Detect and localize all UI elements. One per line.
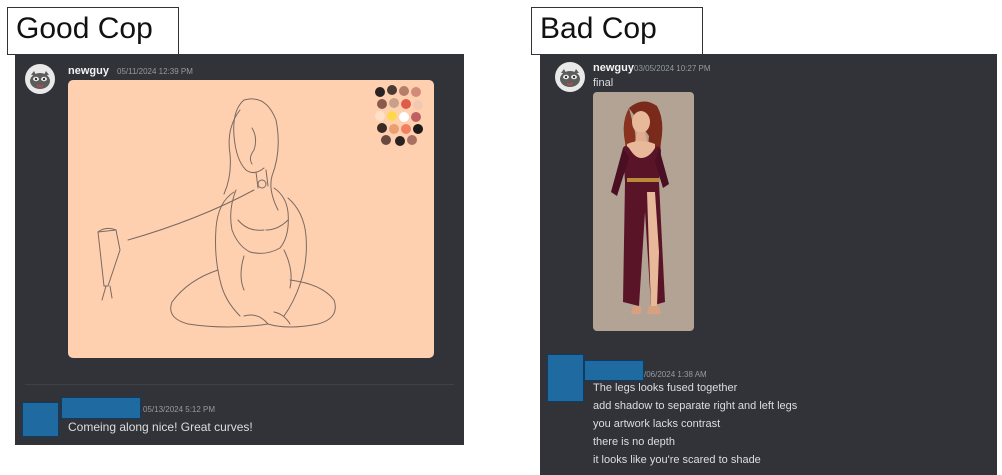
character-illustration <box>611 101 669 314</box>
raccoon-avatar-icon <box>30 71 50 89</box>
reply-line-2: add shadow to separate right and left le… <box>593 400 798 412</box>
redacted-username <box>584 360 644 381</box>
reply-timestamp: 05/13/2024 5:12 PM <box>143 405 216 414</box>
good-cop-label: Good Cop <box>7 7 179 55</box>
color-palette-swatches <box>375 85 423 146</box>
newguy-avatar[interactable] <box>25 64 55 94</box>
bad-cop-label: Bad Cop <box>531 7 703 55</box>
redacted-avatar <box>22 402 59 437</box>
post-message: final <box>593 77 614 89</box>
redacted-avatar <box>547 354 584 402</box>
reply-message: Comeing along nice! Great curves! <box>68 420 253 434</box>
reply-timestamp: /06/2024 1:38 AM <box>644 370 707 379</box>
reply-line-4: there is no depth <box>593 436 675 448</box>
sketch-image-attachment[interactable] <box>68 80 434 358</box>
final-artwork-attachment[interactable] <box>593 92 694 331</box>
message-divider <box>25 384 454 385</box>
post-timestamp: 03/05/2024 10:27 PM <box>634 64 711 73</box>
good-cop-chat-panel: newguy 05/11/2024 12:39 PM 05/13/2024 5:… <box>15 54 464 445</box>
reply-line-1: The legs looks fused together <box>593 382 738 394</box>
post-username[interactable]: newguy <box>593 62 634 74</box>
post-username[interactable]: newguy <box>68 65 109 77</box>
post-timestamp: 05/11/2024 12:39 PM <box>117 67 193 76</box>
raccoon-avatar-icon <box>560 69 580 87</box>
reply-line-3: you artwork lacks contrast <box>593 418 721 430</box>
bad-cop-chat-panel: newguy 03/05/2024 10:27 PM final /06/202… <box>540 54 997 475</box>
reply-line-5: it looks like you're scared to shade <box>593 454 761 466</box>
newguy-avatar[interactable] <box>555 62 585 92</box>
redacted-username <box>61 397 141 419</box>
